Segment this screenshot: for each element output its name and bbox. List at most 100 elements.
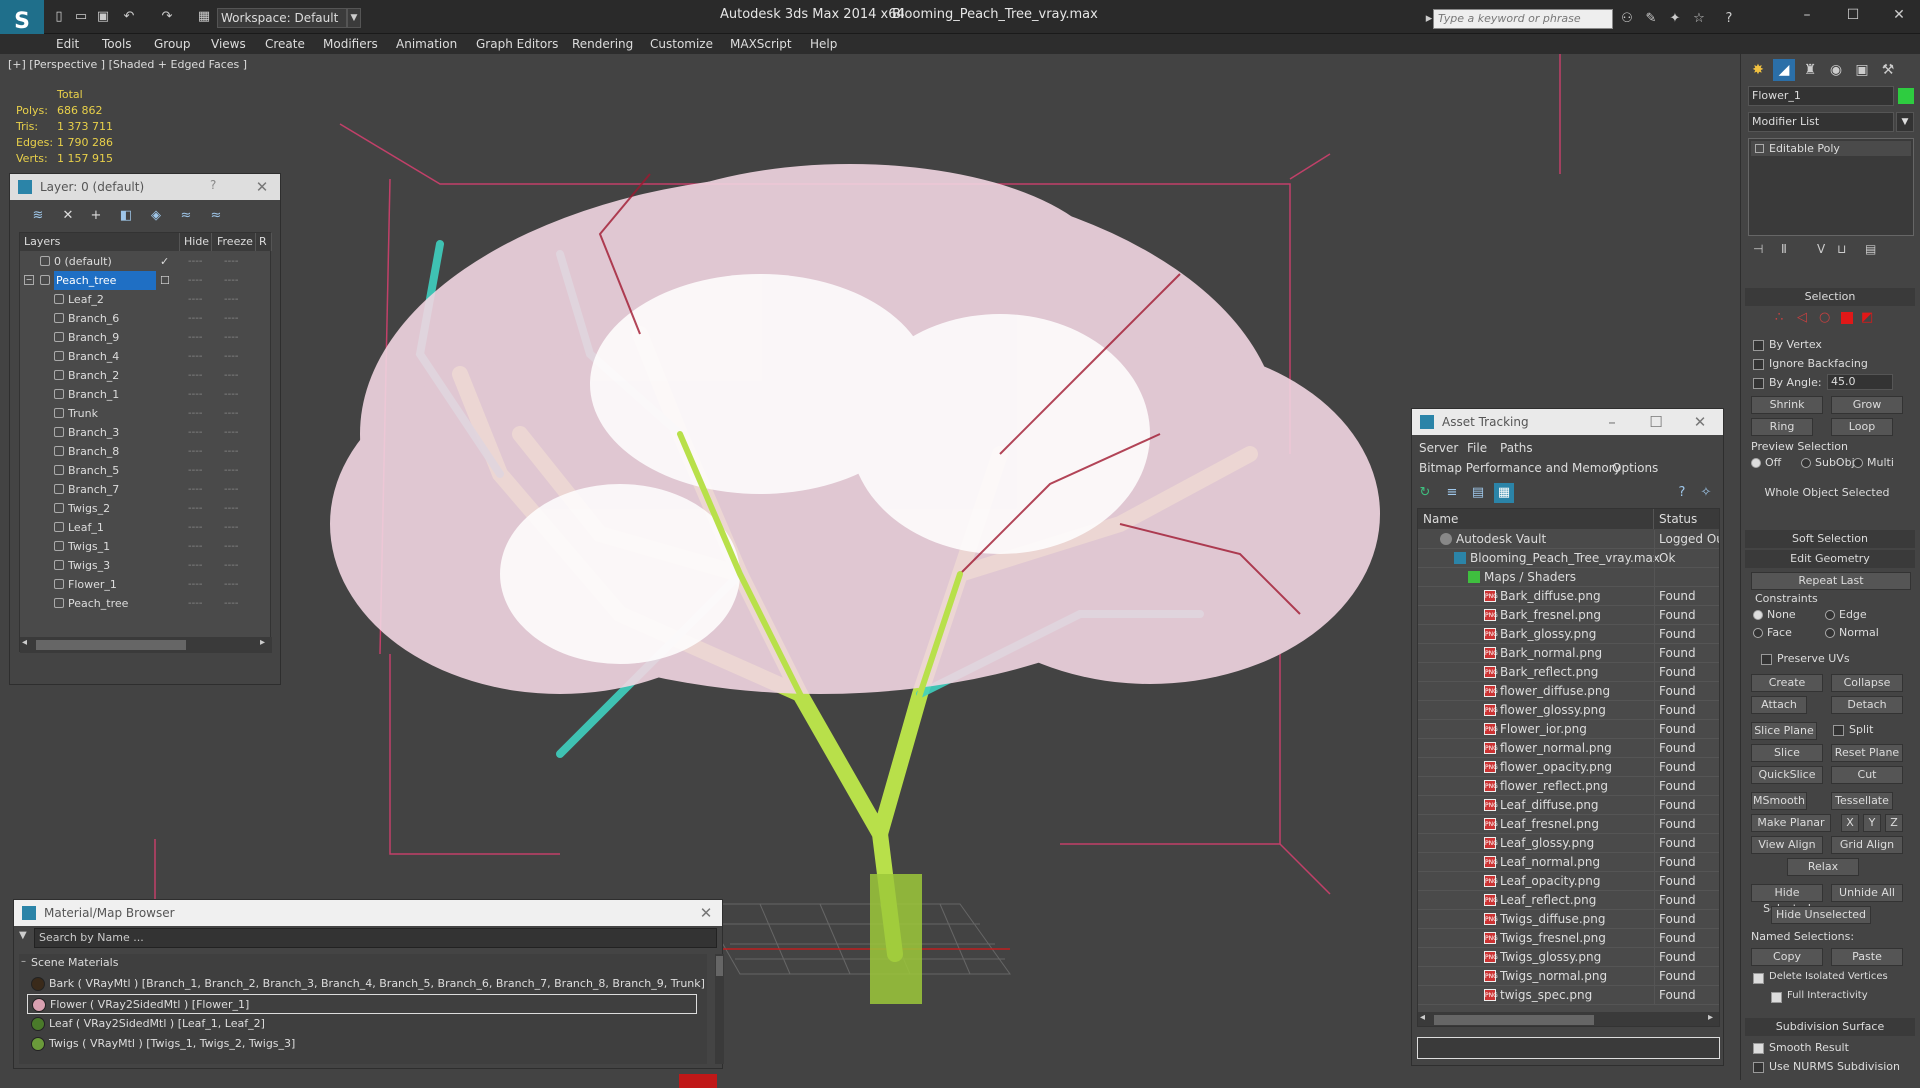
freeze-all-icon[interactable]: ≈	[206, 206, 226, 226]
scrollbar-thumb[interactable]	[716, 956, 723, 976]
hide-toggle[interactable]: ----	[188, 442, 202, 461]
new-layer-icon[interactable]: ≋	[28, 206, 48, 226]
preview-off-radio[interactable]	[1751, 458, 1761, 468]
shrink-button[interactable]: Shrink	[1751, 396, 1823, 414]
freeze-toggle[interactable]: ----	[224, 442, 238, 461]
subdivision-surface-rollout[interactable]: Subdivision Surface	[1745, 1018, 1915, 1036]
modifier-list-dropdown[interactable]: Modifier List	[1748, 112, 1894, 132]
hide-toggle[interactable]: ----	[188, 480, 202, 499]
scrollbar-thumb[interactable]	[1434, 1015, 1594, 1025]
project-folder-icon[interactable]: ▦	[195, 8, 213, 26]
freeze-toggle[interactable]: ----	[224, 499, 238, 518]
freeze-toggle[interactable]: ----	[224, 537, 238, 556]
reset-plane-button[interactable]: Reset Plane	[1831, 744, 1903, 762]
close-icon[interactable]: ✕	[696, 903, 716, 923]
unhide-all-button[interactable]: Unhide All	[1831, 884, 1903, 902]
hide-toggle[interactable]: ----	[188, 461, 202, 480]
smooth-result-checkbox[interactable]	[1753, 1043, 1764, 1054]
minimize-icon[interactable]: –	[1602, 412, 1622, 432]
favorites-icon[interactable]: ✦	[1666, 10, 1684, 28]
menu-paths[interactable]: Paths	[1500, 441, 1533, 455]
maximize-icon[interactable]: ☐	[1646, 412, 1666, 432]
grid-align-button[interactable]: Grid Align	[1831, 836, 1903, 854]
configure-sets-icon[interactable]: ▤	[1865, 242, 1876, 256]
scroll-right-icon[interactable]: ▸	[1708, 1012, 1713, 1023]
hide-toggle[interactable]: ----	[188, 575, 202, 594]
menu-create[interactable]: Create	[265, 34, 305, 54]
layer-row[interactable]: Branch_5 ---- ----	[20, 461, 272, 480]
border-mode-icon[interactable]: ○	[1819, 310, 1830, 325]
menu-edit[interactable]: Edit	[56, 34, 79, 54]
col-layers[interactable]: Layers	[20, 233, 180, 251]
scrollbar-thumb[interactable]	[36, 640, 186, 650]
collapse-button[interactable]: Collapse	[1831, 674, 1903, 692]
layer-row[interactable]: Branch_8 ---- ----	[20, 442, 272, 461]
layer-panel-title[interactable]: Layer: 0 (default)	[10, 174, 280, 200]
hide-selected-button[interactable]: Hide Selected	[1751, 884, 1823, 915]
full-interactivity-checkbox[interactable]	[1771, 992, 1782, 1003]
asset-row[interactable]: Autodesk Vault Logged Out	[1418, 530, 1719, 549]
delete-isolated-checkbox[interactable]	[1753, 973, 1764, 984]
layer-row[interactable]: Twigs_3 ---- ----	[20, 556, 272, 575]
asset-row[interactable]: PNG Leaf_normal.png Found	[1418, 853, 1719, 872]
scroll-left-icon[interactable]: ◂	[22, 637, 27, 648]
create-tab-icon[interactable]: ✸	[1747, 59, 1769, 81]
list-view-icon[interactable]: ≡	[1442, 483, 1462, 503]
col-hide[interactable]: Hide	[180, 233, 212, 251]
hide-toggle[interactable]: ----	[188, 290, 202, 309]
layer-row[interactable]: Flower_1 ---- ----	[20, 575, 272, 594]
freeze-toggle[interactable]: ----	[224, 556, 238, 575]
freeze-toggle[interactable]: ----	[224, 271, 238, 290]
stack-item-editable-poly[interactable]: Editable Poly	[1751, 141, 1911, 156]
hide-toggle[interactable]: ----	[188, 556, 202, 575]
menu-file[interactable]: File	[1467, 441, 1487, 455]
col-freeze[interactable]: Freeze	[212, 233, 256, 251]
expand-icon[interactable]	[1755, 144, 1764, 153]
freeze-toggle[interactable]: ----	[224, 480, 238, 499]
asset-row[interactable]: PNG Bark_normal.png Found	[1418, 644, 1719, 663]
preview-subobj-radio[interactable]	[1801, 458, 1811, 468]
menu-modifiers[interactable]: Modifiers	[323, 34, 378, 54]
highlight-icon[interactable]: ✧	[1696, 483, 1716, 503]
asset-row[interactable]: PNG flower_reflect.png Found	[1418, 777, 1719, 796]
close-icon[interactable]: ✕	[1690, 412, 1710, 432]
highlight-layer-icon[interactable]: ◈	[146, 206, 166, 226]
material-row[interactable]: Flower ( VRay2SidedMtl ) [Flower_1]	[27, 994, 697, 1014]
add-to-layer-icon[interactable]: +	[86, 206, 106, 226]
horizontal-scrollbar[interactable]: ◂ ▸	[1418, 1012, 1719, 1026]
layer-row[interactable]: Twigs_2 ---- ----	[20, 499, 272, 518]
by-angle-checkbox[interactable]	[1753, 378, 1764, 389]
asset-row[interactable]: PNG Leaf_reflect.png Found	[1418, 891, 1719, 910]
msmooth-button[interactable]: MSmooth	[1751, 792, 1807, 810]
freeze-toggle[interactable]: ----	[224, 518, 238, 537]
workspace-dropdown[interactable]: Workspace: Default	[217, 8, 347, 28]
planar-x-button[interactable]: X	[1841, 814, 1859, 832]
asset-row[interactable]: PNG Twigs_normal.png Found	[1418, 967, 1719, 986]
constraint-normal-radio[interactable]	[1825, 628, 1835, 638]
layer-row[interactable]: Branch_6 ---- ----	[20, 309, 272, 328]
repeat-last-button[interactable]: Repeat Last	[1751, 572, 1911, 590]
attach-button[interactable]: Attach	[1751, 696, 1807, 714]
menu-group[interactable]: Group	[154, 34, 191, 54]
angle-spinner[interactable]: 45.0	[1827, 374, 1893, 390]
help-icon[interactable]: ?	[210, 178, 216, 192]
asset-row[interactable]: Blooming_Peach_Tree_vray.max Ok	[1418, 549, 1719, 568]
hide-toggle[interactable]: ----	[188, 385, 202, 404]
col-status[interactable]: Status	[1654, 509, 1719, 529]
scene-materials-section[interactable]: Scene Materials	[31, 956, 118, 969]
hide-toggle[interactable]: ----	[188, 366, 202, 385]
menu-help[interactable]: Help	[810, 34, 837, 54]
open-file-icon[interactable]: ▭	[72, 8, 90, 26]
search-input[interactable]: Type a keyword or phrase	[1433, 9, 1613, 29]
chevron-down-icon[interactable]: ▼	[347, 8, 361, 28]
asset-row[interactable]: PNG Leaf_glossy.png Found	[1418, 834, 1719, 853]
freeze-toggle[interactable]: ----	[224, 328, 238, 347]
freeze-toggle[interactable]: ----	[224, 575, 238, 594]
col-name[interactable]: Name	[1418, 509, 1654, 529]
freeze-toggle[interactable]: ----	[224, 309, 238, 328]
freeze-toggle[interactable]: ----	[224, 252, 238, 271]
menu-server[interactable]: Server	[1419, 441, 1458, 455]
collapse-icon[interactable]: −	[24, 275, 34, 285]
edit-geometry-rollout[interactable]: Edit Geometry	[1745, 550, 1915, 568]
layer-row[interactable]: Branch_9 ---- ----	[20, 328, 272, 347]
